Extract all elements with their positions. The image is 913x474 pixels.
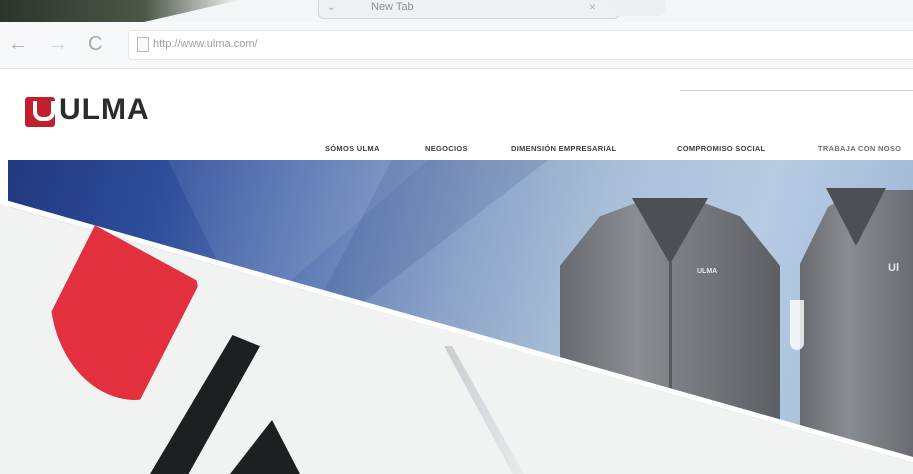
browser-toolbar: ← → C http://www.ulma.com/ [0, 22, 913, 69]
tab-indicator-icon: ⌄ [327, 2, 336, 13]
nav-trabaja-con-nosotros[interactable]: TRABAJA CON NOSO [818, 144, 901, 153]
browser-tabstrip: ⌄ New Tab × [0, 0, 913, 22]
header-divider [680, 90, 913, 91]
back-arrow-icon[interactable]: ← [8, 34, 28, 54]
nav-compromiso-social[interactable]: COMPROMISO SOCIAL [677, 144, 765, 153]
jacket-logo: ULMA [697, 268, 718, 275]
page-icon [137, 37, 149, 52]
ulma-logo-mark-icon [25, 97, 55, 127]
hero-u-shape [790, 300, 804, 350]
tab-title: New Tab [371, 1, 414, 13]
new-tab-button[interactable] [615, 0, 665, 16]
background-photo-corner [0, 0, 240, 22]
address-bar[interactable]: http://www.ulma.com/ [128, 30, 913, 60]
main-navigation: SÓMOS ULMA NEGOCIOS DIMENSIÓN EMPRESARIA… [0, 144, 913, 160]
url-text[interactable]: http://www.ulma.com/ [153, 38, 258, 50]
reload-icon[interactable]: C [88, 34, 102, 54]
ulma-logo[interactable]: ULMA [25, 93, 225, 145]
tab-close-icon[interactable]: × [589, 0, 596, 14]
browser-tab[interactable]: ⌄ New Tab × [318, 0, 620, 19]
nav-somos-ulma[interactable]: SÓMOS ULMA [325, 144, 380, 153]
nav-negocios[interactable]: NEGOCIOS [425, 144, 468, 153]
forward-arrow-icon[interactable]: → [48, 34, 68, 54]
nav-dimension-empresarial[interactable]: DIMENSIÓN EMPRESARIAL [511, 144, 616, 153]
logo-text: ULMA [59, 93, 150, 126]
jacket-logo: Ul [888, 262, 899, 274]
